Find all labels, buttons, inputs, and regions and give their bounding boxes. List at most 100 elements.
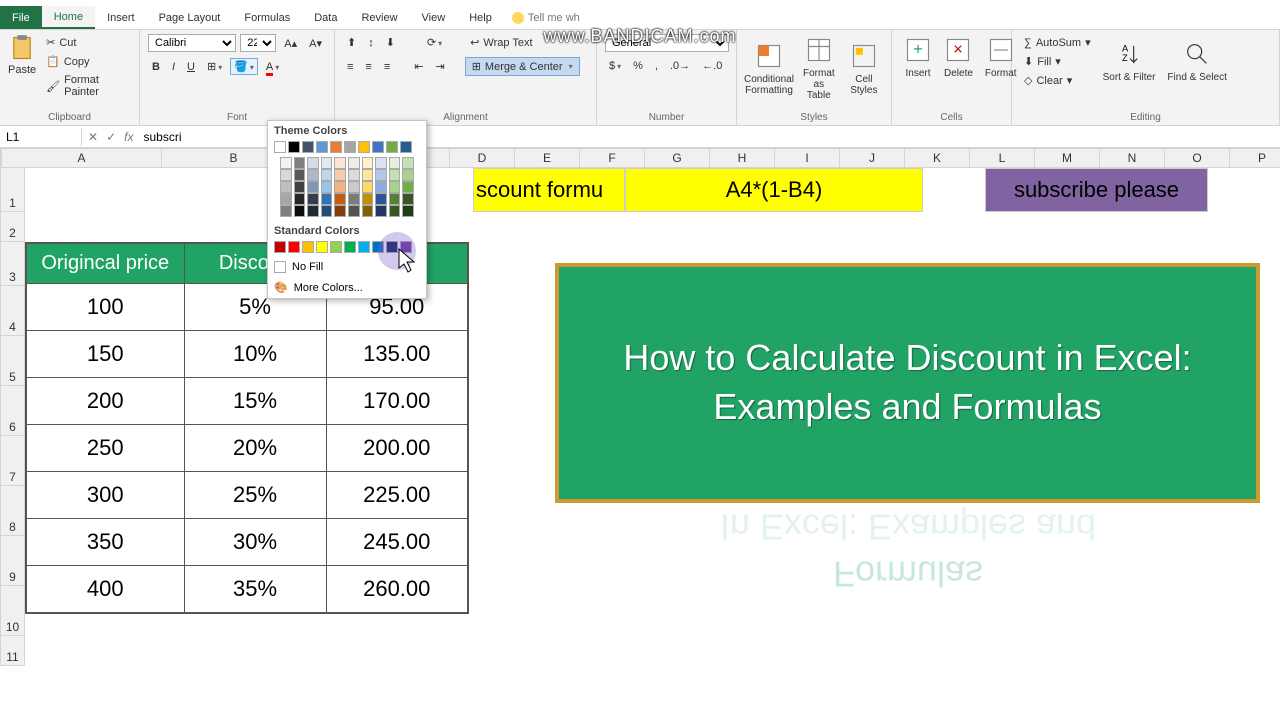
color-swatch[interactable] <box>334 205 346 217</box>
color-swatch[interactable] <box>280 205 292 217</box>
enter-formula-icon[interactable]: ✓ <box>106 130 116 144</box>
color-swatch[interactable] <box>334 181 346 193</box>
color-swatch[interactable] <box>321 193 333 205</box>
subscribe-cell[interactable]: subscribe please <box>985 168 1208 212</box>
underline-button[interactable]: U <box>183 59 199 75</box>
copy-button[interactable]: 📋 Copy <box>42 53 131 70</box>
row-header-9[interactable]: 9 <box>0 536 25 586</box>
color-swatch[interactable] <box>386 141 398 153</box>
formula-label-cell[interactable]: scount formu <box>473 168 625 212</box>
more-colors-item[interactable]: 🎨More Colors... <box>268 277 426 298</box>
color-swatch[interactable] <box>348 181 360 193</box>
table-cell[interactable]: 10% <box>184 331 326 378</box>
color-swatch[interactable] <box>372 141 384 153</box>
table-cell[interactable]: 250 <box>26 425 184 472</box>
cell-grid[interactable]: scount formu A4*(1-B4) subscribe please … <box>25 168 1280 728</box>
paste-icon[interactable] <box>8 34 36 62</box>
color-swatch[interactable] <box>348 169 360 181</box>
table-cell[interactable]: 245.00 <box>326 519 468 566</box>
color-swatch[interactable] <box>274 141 286 153</box>
color-swatch[interactable] <box>294 193 306 205</box>
color-swatch[interactable] <box>348 193 360 205</box>
color-swatch[interactable] <box>389 169 401 181</box>
find-select-button[interactable]: Find & Select <box>1163 38 1230 85</box>
row-header-3[interactable]: 3 <box>0 242 25 286</box>
color-swatch[interactable] <box>375 157 387 169</box>
color-swatch[interactable] <box>344 241 356 253</box>
tab-home[interactable]: Home <box>42 6 95 29</box>
decrease-decimal-button[interactable]: ←.0 <box>698 58 726 74</box>
wrap-text-button[interactable]: ↩ Wrap Text <box>466 34 536 51</box>
col-header-H[interactable]: H <box>710 148 775 168</box>
merge-center-button[interactable]: ⊞ Merge & Center <box>465 57 580 76</box>
format-painter-button[interactable]: 🖌 Format Painter <box>42 72 131 100</box>
row-header-2[interactable]: 2 <box>0 212 25 242</box>
table-cell[interactable]: 225.00 <box>326 472 468 519</box>
color-swatch[interactable] <box>372 241 384 253</box>
font-size-select[interactable]: 22 <box>240 34 276 52</box>
color-swatch[interactable] <box>334 193 346 205</box>
fill-button[interactable]: ⬇ Fill ▾ <box>1020 53 1095 70</box>
align-center-button[interactable]: ≡ <box>361 59 375 75</box>
row-header-4[interactable]: 4 <box>0 286 25 336</box>
color-swatch[interactable] <box>375 169 387 181</box>
color-swatch[interactable] <box>358 241 370 253</box>
tab-insert[interactable]: Insert <box>95 6 147 29</box>
color-swatch[interactable] <box>294 181 306 193</box>
table-cell[interactable]: 200 <box>26 378 184 425</box>
autosum-button[interactable]: ∑ AutoSum ▾ <box>1020 34 1095 51</box>
table-cell[interactable]: 170.00 <box>326 378 468 425</box>
table-cell[interactable]: 200.00 <box>326 425 468 472</box>
increase-font-button[interactable]: A▴ <box>280 35 301 52</box>
color-swatch[interactable] <box>375 193 387 205</box>
decrease-indent-button[interactable]: ⇤ <box>410 58 427 75</box>
color-swatch[interactable] <box>288 141 300 153</box>
color-swatch[interactable] <box>316 141 328 153</box>
cancel-formula-icon[interactable]: ✕ <box>88 130 98 144</box>
color-swatch[interactable] <box>402 181 414 193</box>
decrease-font-button[interactable]: A▾ <box>305 35 326 52</box>
align-bottom-button[interactable]: ⬇ <box>382 34 399 51</box>
color-swatch[interactable] <box>362 193 374 205</box>
color-swatch[interactable] <box>280 169 292 181</box>
conditional-formatting-button[interactable]: Conditional Formatting <box>745 40 793 98</box>
color-swatch[interactable] <box>302 141 314 153</box>
table-cell[interactable]: 260.00 <box>326 566 468 614</box>
col-header-M[interactable]: M <box>1035 148 1100 168</box>
col-header-N[interactable]: N <box>1100 148 1165 168</box>
col-header-J[interactable]: J <box>840 148 905 168</box>
col-header-K[interactable]: K <box>905 148 970 168</box>
bold-button[interactable]: B <box>148 59 164 75</box>
fx-icon[interactable]: fx <box>124 130 133 144</box>
row-header-5[interactable]: 5 <box>0 336 25 386</box>
orientation-button[interactable]: ⟳ <box>423 34 446 51</box>
format-as-table-button[interactable]: Format as Table <box>797 34 841 103</box>
table-header[interactable]: Origincal price <box>26 243 184 284</box>
row-header-10[interactable]: 10 <box>0 586 25 636</box>
col-header-G[interactable]: G <box>645 148 710 168</box>
col-header-E[interactable]: E <box>515 148 580 168</box>
font-name-select[interactable]: Calibri <box>148 34 236 52</box>
delete-cells-button[interactable]: ×Delete <box>940 34 977 81</box>
fill-color-button[interactable]: 🪣 <box>230 58 258 75</box>
color-swatch[interactable] <box>348 205 360 217</box>
percent-button[interactable]: % <box>629 58 647 74</box>
color-swatch[interactable] <box>321 181 333 193</box>
color-swatch[interactable] <box>302 241 314 253</box>
color-swatch[interactable] <box>362 169 374 181</box>
color-swatch[interactable] <box>307 181 319 193</box>
clear-button[interactable]: ◇ Clear ▾ <box>1020 72 1095 89</box>
color-swatch[interactable] <box>307 169 319 181</box>
cut-button[interactable]: ✂ Cut <box>42 34 131 51</box>
table-cell[interactable]: 25% <box>184 472 326 519</box>
color-swatch[interactable] <box>280 157 292 169</box>
color-swatch[interactable] <box>288 241 300 253</box>
table-cell[interactable]: 30% <box>184 519 326 566</box>
color-swatch[interactable] <box>389 157 401 169</box>
table-cell[interactable]: 350 <box>26 519 184 566</box>
color-swatch[interactable] <box>402 205 414 217</box>
color-swatch[interactable] <box>348 157 360 169</box>
color-swatch[interactable] <box>362 181 374 193</box>
color-swatch[interactable] <box>344 141 356 153</box>
increase-decimal-button[interactable]: .0→ <box>666 58 694 74</box>
